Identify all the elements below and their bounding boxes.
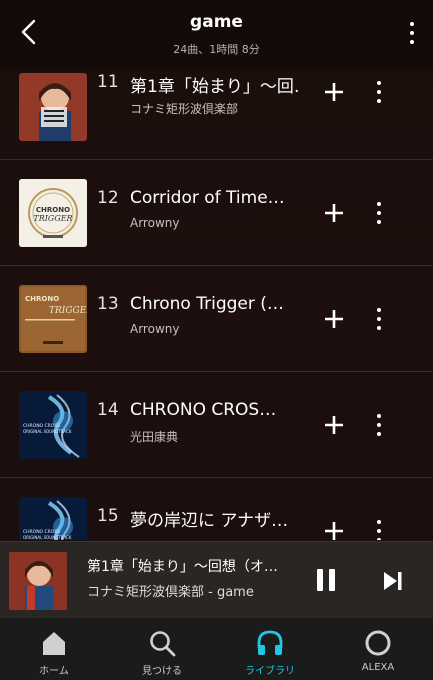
track-more-button[interactable] bbox=[374, 414, 384, 436]
nav-alexa[interactable]: ALEXA bbox=[324, 618, 432, 680]
nav-discover-label: 見つける bbox=[142, 666, 182, 677]
now-playing-bar[interactable]: 第1章「始まり」～回想（オ… コナミ矩形波倶楽部 - game bbox=[0, 541, 433, 618]
track-row[interactable]: CHRONO TRIGGER 13 Chrono Trigger (… Arro… bbox=[0, 266, 433, 372]
track-row[interactable]: 11 第1章「始まり」～回… コナミ矩形波倶楽部 bbox=[0, 68, 433, 160]
track-number: 15 bbox=[97, 506, 119, 526]
alexa-icon bbox=[365, 630, 391, 656]
svg-text:ORIGINAL SOUNDTRACK: ORIGINAL SOUNDTRACK bbox=[23, 429, 72, 434]
track-number: 13 bbox=[97, 294, 119, 314]
track-title: Chrono Trigger (… bbox=[130, 294, 284, 314]
now-playing-title: 第1章「始まり」～回想（オ… bbox=[87, 559, 278, 575]
skip-next-icon[interactable] bbox=[381, 569, 405, 593]
now-playing-subtitle: コナミ矩形波倶楽部 - game bbox=[87, 585, 254, 600]
top-app-bar: game 24曲、1時間 8分 bbox=[0, 0, 433, 68]
svg-text:CHRONO: CHRONO bbox=[25, 295, 59, 303]
track-title: CHRONO CROS… bbox=[130, 400, 277, 420]
nav-library-label: ライブラリ bbox=[245, 666, 295, 677]
track-more-button[interactable] bbox=[374, 202, 384, 224]
track-more-button[interactable] bbox=[374, 81, 384, 103]
track-title: 夢の岸辺に アナザ… bbox=[130, 511, 289, 531]
svg-text:TRIGGER: TRIGGER bbox=[33, 214, 72, 223]
playlist-title: game bbox=[190, 12, 243, 32]
track-artist: Arrowny bbox=[130, 216, 180, 230]
track-list: 11 第1章「始まり」～回… コナミ矩形波倶楽部 CHRONO TRIGGER … bbox=[0, 68, 433, 540]
add-icon[interactable] bbox=[322, 519, 346, 540]
track-more-button[interactable] bbox=[374, 308, 384, 330]
album-art: CHRONO TRIGGER bbox=[19, 179, 87, 247]
track-more-button[interactable] bbox=[374, 520, 384, 540]
add-icon[interactable] bbox=[322, 80, 346, 104]
track-row[interactable]: CHRONO CROSS ORIGINAL SOUNDTRACK 14 CHRO… bbox=[0, 372, 433, 478]
track-row[interactable]: CHRONO TRIGGER 12 Corridor of Time… Arro… bbox=[0, 160, 433, 266]
track-number: 11 bbox=[97, 72, 119, 92]
nav-home-label: ホーム bbox=[39, 666, 69, 677]
svg-text:ORIGINAL SOUNDTRACK: ORIGINAL SOUNDTRACK bbox=[23, 535, 72, 540]
svg-text:TRIGGER: TRIGGER bbox=[49, 306, 87, 316]
track-artist: Arrowny bbox=[130, 322, 180, 336]
nav-library[interactable]: ライブラリ bbox=[216, 618, 324, 680]
add-icon[interactable] bbox=[322, 307, 346, 331]
add-icon[interactable] bbox=[322, 413, 346, 437]
track-artist: 光田康典 bbox=[130, 430, 179, 444]
pause-icon[interactable] bbox=[313, 567, 339, 593]
headphones-icon bbox=[257, 630, 283, 655]
search-icon bbox=[150, 631, 176, 657]
nav-alexa-label: ALEXA bbox=[361, 662, 395, 673]
track-title: 第1章「始まり」～回… bbox=[130, 77, 300, 97]
playlist-summary: 24曲、1時間 8分 bbox=[173, 43, 260, 56]
album-art: CHRONO TRIGGER bbox=[19, 285, 87, 353]
playlist-more-button[interactable] bbox=[407, 22, 417, 44]
nav-discover[interactable]: 見つける bbox=[108, 618, 216, 680]
track-number: 12 bbox=[97, 188, 119, 208]
nav-home[interactable]: ホーム bbox=[0, 618, 108, 680]
track-title: Corridor of Time… bbox=[130, 188, 285, 208]
now-playing-art bbox=[9, 552, 67, 610]
album-art: CHRONO CROSS ORIGINAL SOUNDTRACK bbox=[19, 391, 87, 459]
album-art bbox=[19, 73, 87, 141]
track-number: 14 bbox=[97, 400, 119, 420]
add-icon[interactable] bbox=[322, 201, 346, 225]
svg-text:CHRONO: CHRONO bbox=[36, 206, 70, 214]
bottom-navigation: ホーム 見つける ライブラリ ALEXA bbox=[0, 618, 433, 680]
home-icon bbox=[43, 632, 65, 655]
track-row[interactable]: CHRONO CROSS ORIGINAL SOUNDTRACK 15 夢の岸辺… bbox=[0, 478, 433, 540]
track-artist: コナミ矩形波倶楽部 bbox=[130, 102, 239, 116]
album-art: CHRONO CROSS ORIGINAL SOUNDTRACK bbox=[19, 497, 87, 540]
